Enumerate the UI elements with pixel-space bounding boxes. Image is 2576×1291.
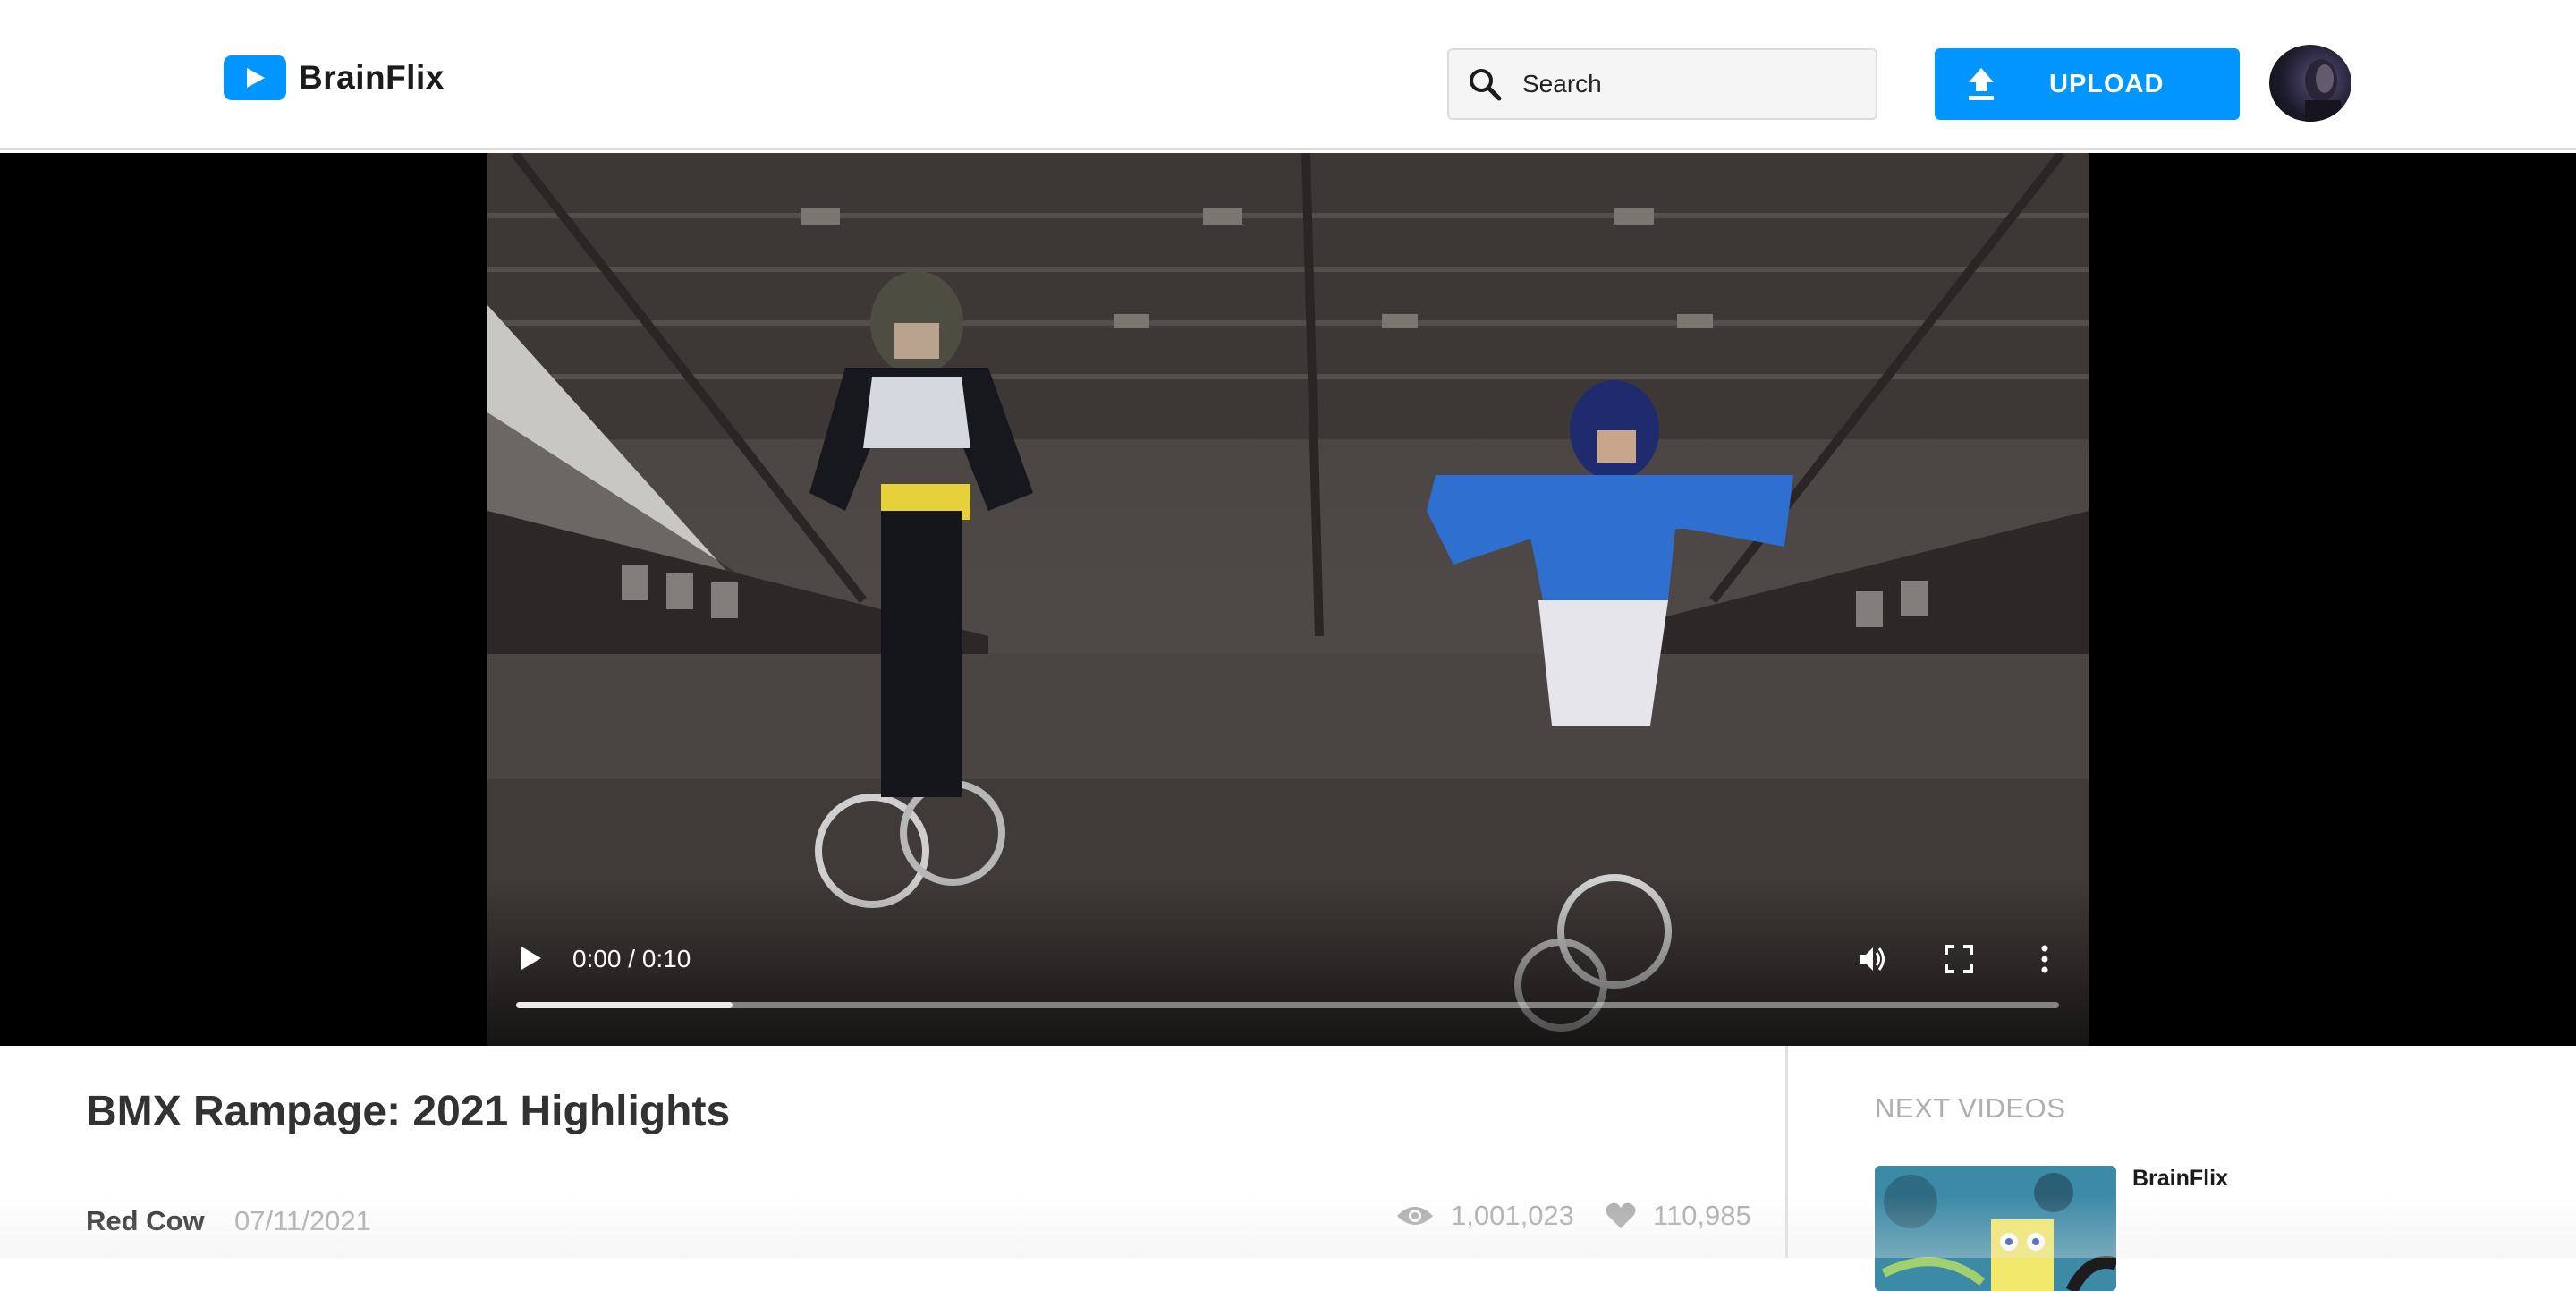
views-value: 1,001,023	[1451, 1200, 1574, 1231]
video-author: Red Cow	[86, 1205, 205, 1236]
next-videos-sidebar: NEXT VIDEOS BrainFlix	[1789, 1046, 2576, 1291]
search-input[interactable]	[1521, 69, 1860, 99]
upload-label: UPLOAD	[2049, 69, 2165, 98]
volume-icon[interactable]	[1857, 943, 1889, 975]
play-logo-icon	[224, 55, 286, 100]
views-count: 1,001,023	[1395, 1200, 1574, 1232]
likes-value: 110,985	[1653, 1200, 1751, 1231]
search-icon	[1465, 64, 1504, 104]
next-video-item[interactable]: BrainFlix	[1875, 1166, 2501, 1291]
buffered-indicator	[516, 1002, 733, 1008]
next-video-channel: BrainFlix	[2132, 1166, 2228, 1191]
heart-icon[interactable]	[1605, 1202, 1637, 1230]
next-video-thumbnail[interactable]	[1875, 1166, 2116, 1291]
video-progress-bar[interactable]	[516, 1002, 2059, 1008]
video-time: 0:00 / 0:10	[572, 945, 691, 972]
next-videos-heading: NEXT VIDEOS	[1875, 1092, 2066, 1124]
video-title: BMX Rampage: 2021 Highlights	[86, 1088, 731, 1135]
site-header: BrainFlix UPLOAD	[0, 0, 2576, 150]
search-box[interactable]	[1447, 48, 1877, 120]
upload-button[interactable]: UPLOAD	[1935, 48, 2240, 120]
upload-icon	[1962, 64, 2001, 104]
fullscreen-icon[interactable]	[1945, 945, 1973, 973]
brand-name: BrainFlix	[299, 59, 445, 96]
video-player[interactable]	[0, 153, 2576, 1046]
more-vertical-icon[interactable]	[2034, 943, 2055, 975]
eye-icon	[1395, 1202, 1435, 1229]
video-details: BMX Rampage: 2021 Highlights Red Cow 07/…	[0, 1046, 1789, 1258]
controls-overlay	[487, 876, 2089, 1046]
user-avatar[interactable]	[2269, 45, 2351, 122]
brand-logo[interactable]: BrainFlix	[224, 55, 445, 100]
video-frame[interactable]	[487, 153, 2089, 1046]
content-divider	[1785, 1046, 1788, 1258]
video-date: 07/11/2021	[234, 1205, 371, 1236]
likes-count[interactable]: 110,985	[1605, 1200, 1751, 1232]
play-icon[interactable]	[519, 945, 544, 972]
